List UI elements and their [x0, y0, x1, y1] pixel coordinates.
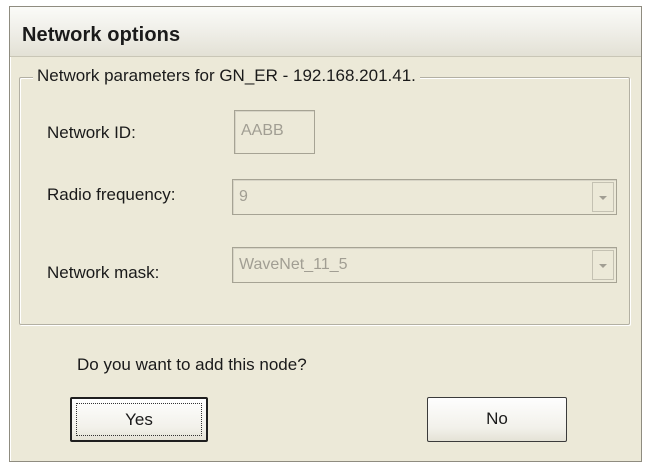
network-mask-value: WaveNet_11_5 [239, 256, 348, 273]
yes-button-label: Yes [125, 410, 153, 429]
network-id-value: AABB [241, 122, 284, 139]
no-button-label: No [486, 409, 508, 428]
radio-frequency-dropdown-button[interactable] [592, 182, 614, 212]
network-mask-dropdown-button[interactable] [592, 250, 614, 280]
chevron-down-icon [599, 196, 607, 200]
chevron-down-icon [599, 264, 607, 268]
yes-button[interactable]: Yes [70, 397, 208, 442]
radio-frequency-select[interactable]: 9 [232, 179, 617, 215]
radio-frequency-label: Radio frequency: [47, 185, 176, 204]
network-mask-label: Network mask: [47, 263, 160, 282]
network-id-input[interactable]: AABB [234, 110, 315, 154]
no-button[interactable]: No [427, 397, 567, 442]
network-options-dialog: Network options Network parameters for G… [9, 6, 642, 462]
dialog-title: Network options [22, 24, 181, 46]
network-mask-select[interactable]: WaveNet_11_5 [232, 247, 617, 283]
dialog-titlebar: Network options [10, 7, 641, 57]
radio-frequency-value: 9 [239, 188, 248, 205]
network-id-label: Network ID: [47, 123, 136, 142]
add-node-question: Do you want to add this node? [77, 355, 307, 374]
group-legend: Network parameters for GN_ER - 192.168.2… [33, 66, 420, 86]
